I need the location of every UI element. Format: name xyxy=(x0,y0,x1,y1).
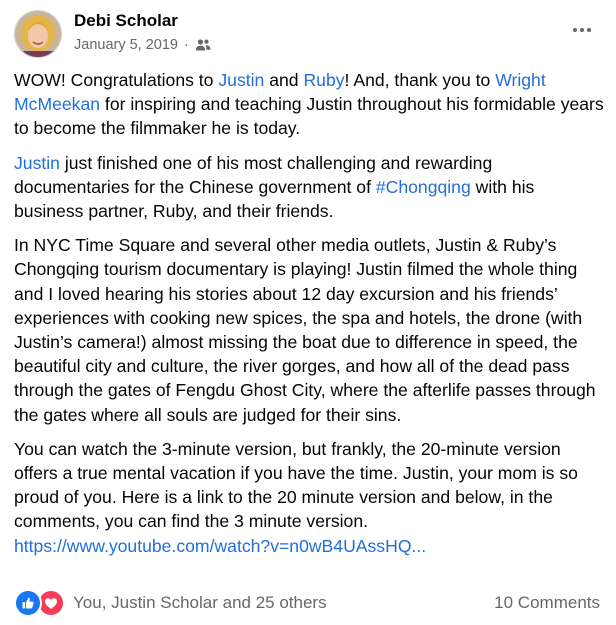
post-meta: January 5, 2019 · xyxy=(74,37,211,53)
paragraph-3: In NYC Time Square and several other med… xyxy=(14,235,596,425)
friends-icon[interactable] xyxy=(195,38,211,52)
text: ! And, thank you to xyxy=(344,70,496,90)
paragraph-1: WOW! Congratulations to Justin and Ruby!… xyxy=(14,68,604,141)
text: You can watch the 3-minute version, but … xyxy=(14,438,578,532)
youtube-link[interactable]: https://www.youtube.com/watch?v=n0wB4UAs… xyxy=(14,536,426,556)
like-icon xyxy=(14,589,42,617)
more-dot xyxy=(580,28,584,32)
author-name[interactable]: Debi Scholar xyxy=(74,11,178,31)
reactions-text[interactable]: You, Justin Scholar and 25 others xyxy=(73,593,327,613)
post-footer: You, Justin Scholar and 25 others 10 Com… xyxy=(14,588,600,618)
text: for inspiring and teaching Justin throug… xyxy=(14,94,604,139)
text: WOW! Congratulations to xyxy=(14,70,219,90)
paragraph-4: You can watch the 3-minute version, but … xyxy=(14,437,604,558)
more-dot xyxy=(587,28,591,32)
comments-count[interactable]: 10 Comments xyxy=(494,593,600,613)
mention-justin[interactable]: Justin xyxy=(218,70,264,90)
mention-ruby[interactable]: Ruby xyxy=(303,70,344,90)
facebook-post: Debi Scholar January 5, 2019 · WOW! Cong… xyxy=(0,0,616,625)
paragraph-2: Justin just finished one of his most cha… xyxy=(14,151,604,224)
reactions-summary[interactable]: You, Justin Scholar and 25 others xyxy=(14,589,327,617)
more-horizontal-icon[interactable] xyxy=(566,18,598,42)
avatar[interactable] xyxy=(14,10,62,58)
reaction-icons xyxy=(14,589,65,617)
more-dot xyxy=(573,28,577,32)
mention-justin[interactable]: Justin xyxy=(14,153,60,173)
post-content: WOW! Congratulations to Justin and Ruby!… xyxy=(14,68,604,568)
meta-separator: · xyxy=(184,37,189,53)
hashtag-chongqing[interactable]: #Chongqing xyxy=(376,177,471,197)
text: and xyxy=(264,70,304,90)
post-date[interactable]: January 5, 2019 xyxy=(74,37,178,53)
